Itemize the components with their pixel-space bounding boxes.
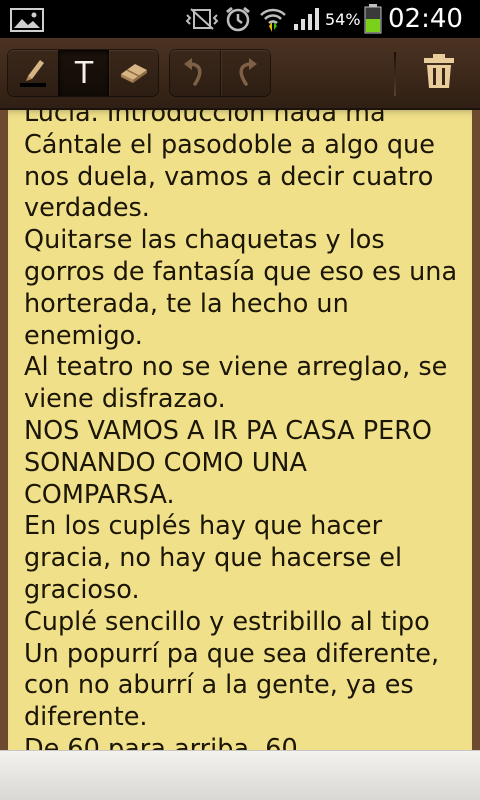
note-line: En los cuplés hay que hacer <box>24 511 383 542</box>
screen: 54% 02:40 T Lucía. Introducción nada ma … <box>0 0 480 800</box>
note-line: gorros de fantasía que eso es una <box>24 256 458 287</box>
status-bar: 54% 02:40 <box>0 0 480 38</box>
redo-button[interactable] <box>220 50 271 96</box>
text-tool-button[interactable]: T <box>58 50 109 96</box>
note-line: con no aburrí a la gente, ya es <box>24 670 414 701</box>
note-line: verdades. <box>24 193 150 224</box>
note-line: Al teatro no se viene arreglao, se <box>24 352 448 383</box>
wifi-icon <box>258 5 288 37</box>
note-line: SONANDO COMO UNA <box>24 447 307 478</box>
note-text[interactable]: Lucía. Introducción nada ma Cántale el pa… <box>24 110 464 750</box>
note-line: gracioso. <box>24 574 140 605</box>
pen-tool-icon <box>16 54 50 92</box>
delete-button[interactable] <box>414 50 464 96</box>
note-line: Cántale el pasodoble a algo que <box>24 129 435 160</box>
note-line: diferente. <box>24 702 148 733</box>
redo-icon <box>232 54 260 92</box>
signal-icon <box>292 6 324 36</box>
note-line: De 60 para arriba, 60 <box>24 733 298 750</box>
undo-icon <box>181 54 209 92</box>
note-line: enemigo. <box>24 320 143 351</box>
note-line: horterada, te la hecho un <box>24 288 349 319</box>
note-line: Quitarse las chaquetas y los <box>24 225 385 256</box>
battery-percent: 54% <box>325 10 361 29</box>
battery-icon <box>364 4 382 38</box>
note-line: COMPARSA. <box>24 479 175 510</box>
text-tool-icon: T <box>74 55 94 91</box>
clock: 02:40 <box>388 4 463 34</box>
trash-icon <box>422 53 456 93</box>
note-line: Cuplé sencillo y estribillo al tipo <box>24 606 430 637</box>
note-line: NOS VAMOS A IR PA CASA PERO <box>24 415 432 446</box>
note-line: nos duela, vamos a decir cuatro <box>24 161 434 192</box>
note-line: Un popurrí pa que sea diferente, <box>24 638 440 669</box>
note-line: gracia, no hay que hacerse el <box>24 543 403 574</box>
undo-button[interactable] <box>170 50 220 96</box>
bottom-bar <box>0 750 480 800</box>
eraser-tool-button[interactable] <box>108 50 159 96</box>
tool-group: T <box>8 50 158 96</box>
toolbar-divider <box>394 52 396 96</box>
note-paper[interactable]: Lucía. Introducción nada ma Cántale el pa… <box>8 110 472 750</box>
vibrate-icon <box>185 7 219 35</box>
note-line: Lucía. Introducción nada ma <box>24 110 386 128</box>
history-group <box>170 50 270 96</box>
eraser-tool-icon <box>117 56 151 90</box>
note-toolbar: T <box>0 38 480 110</box>
pen-tool-button[interactable] <box>8 50 58 96</box>
image-icon <box>10 8 44 36</box>
note-line: viene disfrazao. <box>24 384 226 415</box>
alarm-icon <box>224 5 252 37</box>
